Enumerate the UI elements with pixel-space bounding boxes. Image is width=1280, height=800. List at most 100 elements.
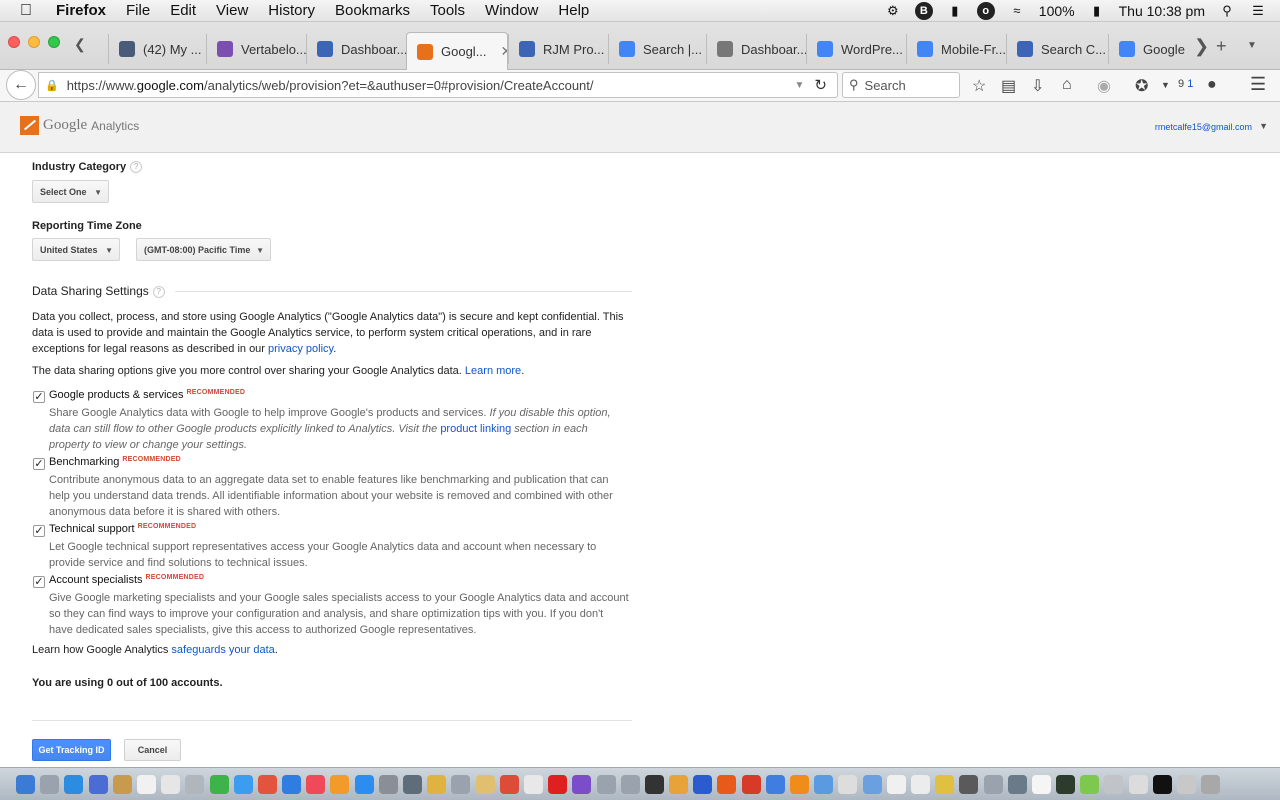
menu-tools[interactable]: Tools xyxy=(430,2,465,19)
dock-app-icon[interactable] xyxy=(257,774,277,794)
tab-scroll-left-icon[interactable]: ❮ xyxy=(74,36,86,53)
dock-app-icon[interactable] xyxy=(88,774,108,794)
dock-app-icon[interactable] xyxy=(669,774,689,794)
bookmark-star-icon[interactable]: ☆ xyxy=(972,76,986,96)
dock-app-icon[interactable] xyxy=(1104,774,1124,794)
help-icon[interactable]: ? xyxy=(152,285,165,298)
volume-bars-icon[interactable]: ▮ xyxy=(946,2,964,20)
tab-scroll-right-icon[interactable]: ❯ xyxy=(1194,36,1209,57)
url-history-dropdown-icon[interactable]: ▼ xyxy=(795,80,805,91)
dock-app-icon[interactable] xyxy=(548,774,568,794)
dock-app-icon[interactable] xyxy=(959,774,979,794)
browser-tab[interactable]: Googl... ✕ xyxy=(406,32,508,70)
downloads-icon[interactable]: ⇩ xyxy=(1031,76,1044,96)
clock[interactable]: Thu 10:38 pm xyxy=(1119,3,1205,19)
dock-app-icon[interactable] xyxy=(1128,774,1148,794)
dock-app-icon[interactable] xyxy=(475,774,495,794)
account-menu-chevron-down-icon[interactable]: ▼ xyxy=(1259,121,1268,131)
dock-app-icon[interactable] xyxy=(717,774,737,794)
dock-app-icon[interactable] xyxy=(378,774,398,794)
menu-bookmarks[interactable]: Bookmarks xyxy=(335,2,410,19)
dock-app-icon[interactable] xyxy=(427,774,447,794)
addon-dropdown-icon[interactable]: ▼ xyxy=(1161,80,1170,90)
get-tracking-id-button[interactable]: Get Tracking ID xyxy=(32,739,111,761)
dock-app-icon[interactable] xyxy=(572,774,592,794)
dock-app-icon[interactable] xyxy=(838,774,858,794)
menu-file[interactable]: File xyxy=(126,2,150,19)
account-email[interactable]: rmetcalfe15@gmail.com xyxy=(1155,122,1252,132)
dock-app-icon[interactable] xyxy=(64,774,84,794)
menu-history[interactable]: History xyxy=(268,2,315,19)
privacy-policy-link[interactable]: privacy policy xyxy=(268,343,333,355)
dock-app-icon[interactable] xyxy=(306,774,326,794)
dock-app-icon[interactable] xyxy=(354,774,374,794)
dock-app-icon[interactable] xyxy=(16,774,35,794)
dock-app-icon[interactable] xyxy=(523,774,543,794)
apple-menu-icon[interactable]:  xyxy=(20,2,42,20)
dock-app-icon[interactable] xyxy=(886,774,906,794)
dock-app-icon[interactable] xyxy=(814,774,834,794)
benchmarking-checkbox[interactable]: ✓ xyxy=(33,458,45,470)
dock-app-icon[interactable] xyxy=(136,774,156,794)
new-tab-icon[interactable]: + xyxy=(1216,36,1227,57)
dock-app-icon[interactable] xyxy=(935,774,955,794)
browser-tab[interactable]: Search C... xyxy=(1006,34,1108,64)
dock-app-icon[interactable] xyxy=(499,774,519,794)
chat-icon[interactable]: ● xyxy=(1207,76,1217,94)
hamburger-menu-icon[interactable]: ☰ xyxy=(1250,74,1266,95)
dock-app-icon[interactable] xyxy=(1201,774,1221,794)
dock-app-icon[interactable] xyxy=(185,774,205,794)
search-box[interactable]: ⚲ Search xyxy=(842,72,960,98)
dock-app-icon[interactable] xyxy=(403,774,422,794)
browser-tab[interactable]: Dashboar... xyxy=(706,34,806,64)
close-window-icon[interactable] xyxy=(8,36,20,48)
badge-count[interactable]: 9 1 xyxy=(1178,78,1193,90)
menu-view[interactable]: View xyxy=(216,2,248,19)
browser-tab[interactable]: Google T... xyxy=(1108,34,1188,64)
addon-icon[interactable]: ✪ xyxy=(1135,76,1148,96)
dock-app-icon[interactable] xyxy=(983,774,1003,794)
product-linking-link[interactable]: product linking xyxy=(440,423,511,435)
help-icon[interactable]: ? xyxy=(130,161,143,174)
dock-app-icon[interactable] xyxy=(620,774,640,794)
dock-app-icon[interactable] xyxy=(644,774,664,794)
battery-icon[interactable]: ▮ xyxy=(1088,2,1106,20)
dock-app-icon[interactable] xyxy=(693,774,713,794)
bitcoin-icon[interactable]: B xyxy=(914,1,933,20)
airdrop-icon[interactable]: ⚙ xyxy=(884,2,902,20)
notification-center-icon[interactable]: ☰ xyxy=(1249,2,1267,20)
safeguards-link[interactable]: safeguards your data xyxy=(171,644,274,656)
zoom-window-icon[interactable] xyxy=(48,36,60,48)
wifi-icon[interactable]: ≈ xyxy=(1008,2,1026,20)
time-zone-select[interactable]: (GMT-08:00) Pacific Time ▼ xyxy=(136,238,271,261)
browser-tab[interactable]: RJM Pro... xyxy=(508,34,608,64)
country-select[interactable]: United States ▼ xyxy=(32,238,120,261)
dock-app-icon[interactable] xyxy=(910,774,930,794)
browser-tab[interactable]: Vertabelo... xyxy=(206,34,306,64)
dock-app-icon[interactable] xyxy=(161,774,181,794)
back-button[interactable]: ← xyxy=(6,70,36,100)
menu-help[interactable]: Help xyxy=(558,2,589,19)
reading-list-icon[interactable]: ▤ xyxy=(1001,76,1016,96)
tab-list-icon[interactable]: ▼ xyxy=(1247,40,1257,51)
dock-app-icon[interactable] xyxy=(330,774,350,794)
menu-app-firefox[interactable]: Firefox xyxy=(56,2,106,19)
technical-support-checkbox[interactable]: ✓ xyxy=(33,525,45,537)
dock-app-icon[interactable] xyxy=(282,774,302,794)
dock-app-icon[interactable] xyxy=(1152,774,1172,794)
dock-app-icon[interactable] xyxy=(451,774,471,794)
browser-tab[interactable]: (42) My ... xyxy=(108,34,206,64)
browser-tab[interactable]: Mobile-Fr... xyxy=(906,34,1006,64)
dock-app-icon[interactable] xyxy=(1007,774,1027,794)
learn-more-link[interactable]: Learn more xyxy=(465,365,521,377)
cancel-button[interactable]: Cancel xyxy=(124,739,181,761)
dock-app-icon[interactable] xyxy=(40,774,60,794)
industry-category-select[interactable]: Select One ▼ xyxy=(32,180,109,203)
lock-icon[interactable]: 🔒 xyxy=(45,79,59,92)
account-specialists-checkbox[interactable]: ✓ xyxy=(33,576,45,588)
dock-app-icon[interactable] xyxy=(1177,774,1196,794)
dock-app-icon[interactable] xyxy=(1080,774,1100,794)
reload-icon[interactable]: ↻ xyxy=(814,76,827,94)
browser-tab[interactable]: Search |... xyxy=(608,34,706,64)
dock-app-icon[interactable] xyxy=(112,774,132,794)
